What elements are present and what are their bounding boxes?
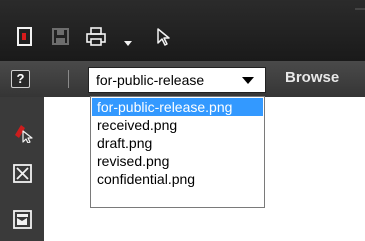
checkbox-x-icon[interactable] <box>12 163 34 185</box>
dropdown-option-draft[interactable]: draft.png <box>92 134 263 152</box>
form-field-icon[interactable] <box>12 209 34 231</box>
toolbar-edge <box>355 8 365 10</box>
dropdown-option-for-public-release[interactable]: for-public-release.png <box>92 98 263 116</box>
chevron-down-icon[interactable] <box>124 34 132 46</box>
toolbar-divider <box>68 70 69 88</box>
main-toolbar <box>0 0 365 61</box>
stamp-select-value: for-public-release <box>96 72 205 88</box>
dropdown-option-received[interactable]: received.png <box>92 116 263 134</box>
new-document-icon[interactable] <box>15 27 35 47</box>
stamp-tool-icon[interactable] <box>12 121 34 143</box>
dropdown-option-confidential[interactable]: confidential.png <box>92 170 263 188</box>
stamp-select[interactable]: for-public-release <box>88 67 266 93</box>
save-icon[interactable] <box>51 27 71 47</box>
stamp-dropdown-list: for-public-release.png received.png draf… <box>90 96 265 208</box>
print-icon[interactable] <box>85 27 106 47</box>
side-toolbar <box>0 97 44 241</box>
help-button[interactable]: ? <box>11 70 30 88</box>
stamp-toolbar: ? for-public-release Browse <box>0 61 365 97</box>
pointer-icon[interactable] <box>155 27 175 47</box>
chevron-down-icon[interactable] <box>242 77 254 84</box>
dropdown-option-revised[interactable]: revised.png <box>92 152 263 170</box>
browse-button[interactable]: Browse <box>285 69 339 86</box>
